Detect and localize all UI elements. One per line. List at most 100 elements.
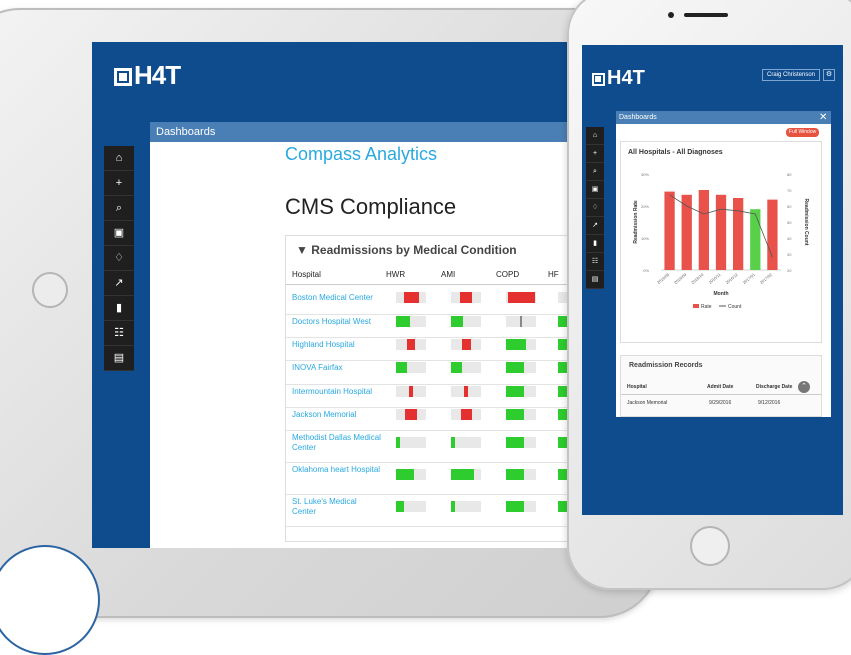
chart-bar — [664, 191, 675, 270]
dashboards-bar: Dashboards — [150, 122, 612, 142]
home-icon[interactable]: ⌂ — [586, 127, 604, 145]
chart-icon[interactable]: ↗ — [586, 217, 604, 235]
hospital-link[interactable]: Boston Medical Center — [292, 293, 382, 303]
x-tick-label: 2016/12 — [724, 271, 739, 285]
filter-icon[interactable]: ▼ — [296, 243, 308, 257]
metric-cell — [396, 437, 426, 448]
pill-icon[interactable]: ▮ — [104, 296, 134, 321]
hospital-link[interactable]: Jackson Memorial — [292, 410, 382, 420]
rec-col-admit: Admit Date — [707, 384, 734, 390]
metric-cell — [451, 437, 481, 448]
pill-icon[interactable]: ▮ — [586, 235, 604, 253]
main-content: Compass Analytics CMS Compliance ▼ Readm… — [150, 142, 612, 548]
metric-bar — [506, 362, 524, 373]
column-header[interactable]: COPD — [496, 270, 519, 279]
x-tick-label: 2017/02 — [759, 271, 774, 285]
hospital-link[interactable]: Highland Hospital — [292, 340, 382, 350]
y-tick-label: 10% — [641, 236, 649, 241]
metric-bar — [506, 437, 524, 448]
hospital-link[interactable]: Doctors Hospital West — [292, 317, 382, 327]
hospital-link[interactable]: Intermountain Hospital — [292, 387, 382, 397]
page-title: CMS Compliance — [285, 194, 457, 219]
y2-tick-label: 40 — [787, 236, 792, 241]
gear-icon[interactable]: ⚙ — [823, 69, 835, 81]
user-menu-button[interactable]: Craig Christenson — [762, 69, 821, 81]
metric-bar — [409, 386, 413, 397]
metric-bar — [451, 316, 463, 327]
search-icon[interactable]: ⌕ — [104, 196, 134, 221]
phone-sidebar: ⌂ + ⌕ ▣ ♢ ↗ ▮ ☷ ▤ — [586, 127, 604, 289]
legend-count-label: Count — [728, 304, 742, 310]
scroll-up-icon[interactable]: ⌃ — [798, 381, 810, 393]
metric-bar — [558, 409, 567, 420]
full-window-button[interactable]: Full Window — [786, 128, 820, 137]
row-divider — [286, 314, 586, 315]
row-divider — [286, 337, 586, 338]
metric-bar — [506, 501, 524, 512]
home-icon[interactable]: ⌂ — [104, 146, 134, 171]
metric-bar — [558, 386, 567, 397]
metric-bar — [506, 409, 524, 420]
document-icon[interactable]: ▤ — [586, 271, 604, 289]
metric-bar — [558, 316, 567, 327]
metric-bar — [404, 292, 419, 303]
metric-bar — [520, 316, 522, 327]
row-divider — [286, 462, 586, 463]
y2-tick-label: 80 — [787, 172, 792, 177]
records-title: Readmission Records — [629, 362, 703, 369]
y2-tick-label: 60 — [787, 204, 792, 209]
x-tick-label: 2016/08 — [656, 271, 671, 285]
x-tick-label: 2016/11 — [708, 271, 723, 284]
metric-bar — [558, 437, 567, 448]
hospital-link[interactable]: INOVA Fairfax — [292, 363, 382, 373]
metric-bar — [460, 292, 472, 303]
column-header[interactable]: AMI — [441, 270, 455, 279]
metric-bar — [451, 362, 462, 373]
h4t-logo: H4T — [114, 60, 181, 91]
metric-bar — [506, 386, 524, 397]
column-header[interactable]: HWR — [386, 270, 405, 279]
rec-cell-discharge: 9/12/2016 — [758, 400, 781, 406]
plus-icon[interactable]: + — [586, 145, 604, 163]
search-icon[interactable]: ⌕ — [586, 163, 604, 181]
y2-tick-label: 70 — [787, 188, 792, 193]
metric-bar — [451, 437, 455, 448]
logo-text: H4T — [607, 67, 645, 89]
rec-cell-admit: 9/29/2016 — [709, 400, 732, 406]
clipboard-icon[interactable]: ☷ — [104, 321, 134, 346]
briefcase-icon[interactable]: ▣ — [104, 221, 134, 246]
clipboard-icon[interactable]: ☷ — [586, 253, 604, 271]
legend-rate-label: Rate — [701, 304, 712, 310]
bell-icon[interactable]: ♢ — [104, 246, 134, 271]
briefcase-icon[interactable]: ▣ — [586, 181, 604, 199]
tablet-home-button[interactable] — [32, 272, 68, 308]
metric-bar — [506, 469, 524, 480]
tablet-screen: H4T ⌂ + ⌕ ▣ ♢ ↗ ▮ ☷ ▤ Dashboards Compass Analyti… — [92, 42, 612, 548]
y2-tick-label: 50 — [787, 220, 792, 225]
hospital-link[interactable]: Methodist Dallas Medical Center — [292, 433, 382, 453]
column-header[interactable]: HF — [548, 270, 559, 279]
metric-bar — [396, 469, 414, 480]
close-icon[interactable]: ✕ — [819, 112, 827, 123]
hospital-link[interactable]: Oklahoma heart Hospital — [292, 465, 382, 475]
metric-bar — [451, 501, 455, 512]
logo-mark-icon — [592, 73, 605, 86]
metric-cell — [451, 501, 481, 512]
readmission-chart: 0%10%20%30%203040506070802016/08 2016/09 2… — [633, 172, 809, 310]
phone-home-button[interactable] — [690, 526, 730, 566]
chart-icon[interactable]: ↗ — [104, 271, 134, 296]
modal-title: Dashboards — [616, 111, 831, 124]
document-icon[interactable]: ▤ — [104, 346, 134, 371]
hospital-link[interactable]: St. Luke's Medical Center — [292, 497, 382, 517]
rec-divider — [621, 394, 821, 395]
rec-col-discharge: Discharge Date — [756, 384, 793, 390]
records-card: Readmission Records Hospital Admit Date … — [620, 355, 822, 417]
x-tick-label: 2017/01 — [742, 271, 757, 285]
metric-bar — [396, 501, 404, 512]
header-divider — [286, 284, 586, 285]
chart-bar — [698, 190, 709, 270]
metric-bar — [558, 469, 567, 480]
metric-bar — [464, 386, 468, 397]
bell-icon[interactable]: ♢ — [586, 199, 604, 217]
plus-icon[interactable]: + — [104, 171, 134, 196]
